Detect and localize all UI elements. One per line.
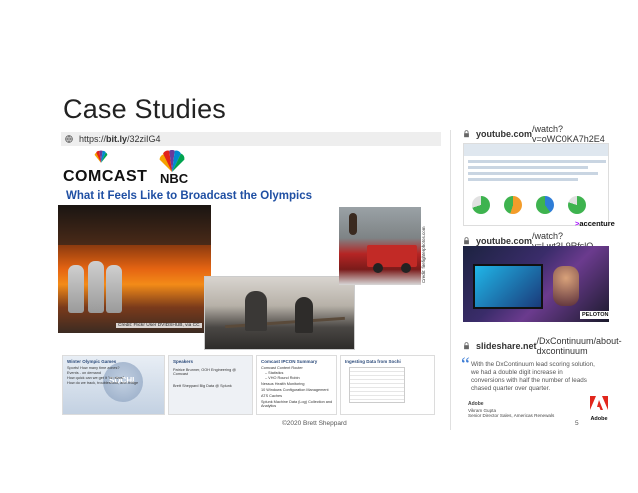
mini-title: Ingesting Data from Sochi	[345, 359, 401, 364]
left-url-bar[interactable]: https://bit.ly/32ziIG4	[61, 132, 441, 146]
nbc-peacock-icon	[94, 150, 108, 163]
quote-open-icon: “	[461, 354, 470, 376]
url-prefix: https://	[79, 134, 107, 144]
mini-slide-ingesting-data: Ingesting Data from Sochi	[340, 355, 435, 415]
mini-line: Events - on demand	[67, 371, 101, 375]
broadcast-headline: What it Feels Like to Broadcast the Olym…	[66, 190, 313, 202]
photo-credit-truck: Credit: firefighterphotos.com	[421, 226, 426, 283]
fire-truck-photo	[339, 207, 421, 285]
donut-chart-icon	[472, 196, 490, 214]
person-figure	[245, 291, 267, 331]
hose-team-photo	[204, 276, 355, 350]
mini-line: How quick can we get it "on stars"	[67, 376, 125, 380]
donut-chart-icon	[504, 196, 522, 214]
lock-icon	[463, 130, 470, 138]
url-domain: youtube.com	[476, 236, 533, 246]
mini-slide-winter-olympics: SOCHI Winter Olympic Games Sports! How m…	[62, 355, 165, 415]
mini-line: Comcast Content Router	[261, 366, 303, 370]
adobe-wordmark: Adobe	[590, 416, 608, 422]
firefighter-figure	[88, 261, 104, 313]
column-divider	[450, 130, 451, 430]
quote-text: With the DxContinuum lead scoring soluti…	[471, 361, 595, 392]
mini-line: Nessus Health Monitoring	[261, 382, 305, 386]
accenture-video-thumbnail[interactable]	[463, 143, 609, 226]
url-path: /watch?v=oWC0KA7h2E4	[532, 124, 605, 144]
mini-title: Speakers	[173, 359, 194, 364]
firefighters-photo	[58, 205, 211, 333]
mini-line: Patrice Brunner, OOH Engineering @ Comca…	[173, 368, 237, 376]
comcast-wordmark: COMCAST	[63, 168, 148, 185]
adobe-a-icon	[590, 396, 608, 410]
firefighter-figure	[106, 265, 122, 313]
accenture-logo: >accenture	[575, 219, 615, 228]
person-figure	[295, 297, 313, 333]
url-path: /32ziIG4	[127, 134, 161, 144]
hose-line	[225, 316, 345, 329]
lock-icon	[463, 342, 470, 350]
peloton-screen	[473, 264, 543, 309]
dashboard-row	[468, 160, 606, 163]
peloton-logo: PELOTON	[580, 311, 611, 319]
dashboard-header	[464, 144, 608, 156]
slide-title: Case Studies	[63, 94, 226, 124]
mini-line: Brett Sheppard Big Data @ Splunk	[173, 384, 232, 388]
mini-slide-ipcon-summary: Comcast IPCON Summary Comcast Content Ro…	[256, 355, 337, 415]
mini-title: Comcast IPCON Summary	[261, 359, 318, 364]
mini-line: – VHO Round Robin	[265, 376, 300, 380]
url-domain: bit.ly	[106, 134, 128, 144]
climber-figure	[349, 213, 357, 235]
globe-icon	[65, 135, 73, 143]
mini-title: Winter Olympic Games	[67, 359, 117, 364]
photo-credit-fire: Credit: Flickr User DVIDSHUB, via CC	[116, 323, 202, 328]
right-url-bar-3[interactable]: slideshare.net/DxContinuum/about-dxconti…	[459, 336, 622, 356]
mini-line: Splunk Machine Data (Log) Collection and…	[261, 400, 333, 408]
dashboard-row	[468, 178, 578, 181]
mini-line: 10 Windows Configuration Management	[261, 388, 329, 392]
url-domain: youtube.com	[476, 129, 533, 139]
mini-line: ATS Caches	[261, 394, 283, 398]
mini-line: Sports! How many time zones?	[67, 366, 120, 370]
dashboard-row	[468, 172, 598, 175]
truck-wheel	[373, 263, 383, 273]
mini-line: – Statistics	[265, 371, 284, 375]
rider-figure	[553, 266, 579, 306]
adobe-logo: Adobe	[590, 396, 608, 422]
lock-icon	[463, 237, 470, 245]
donut-chart-icon	[568, 196, 586, 214]
mini-line: How do we track, troubleshoot, and bridg…	[67, 381, 139, 385]
truck-wheel	[401, 263, 411, 273]
dashboard-row	[468, 166, 588, 169]
attribution-title: Senior Director Sales, Americas Renewals	[468, 413, 555, 418]
donut-chart-icon	[536, 196, 554, 214]
quote-attribution: Adobe Vikram Gupta Senior Director Sales…	[468, 401, 555, 419]
url-path: /DxContinuum/about-dxcontinuum	[536, 336, 622, 356]
nbc-wordmark: NBC	[160, 171, 189, 186]
mini-slide-speakers: Speakers Patrice Brunner, OOH Engineerin…	[168, 355, 253, 415]
url-domain: slideshare.net	[476, 341, 537, 351]
slide-footer: ©2020 Brett Sheppard	[282, 420, 347, 427]
smoke-area	[58, 205, 211, 245]
right-url-bar-1[interactable]: youtube.com/watch?v=oWC0KA7h2E4	[459, 124, 609, 144]
nbc-peacock-large-icon	[159, 150, 185, 172]
mini-table	[349, 367, 405, 403]
firefighter-figure	[68, 265, 84, 313]
